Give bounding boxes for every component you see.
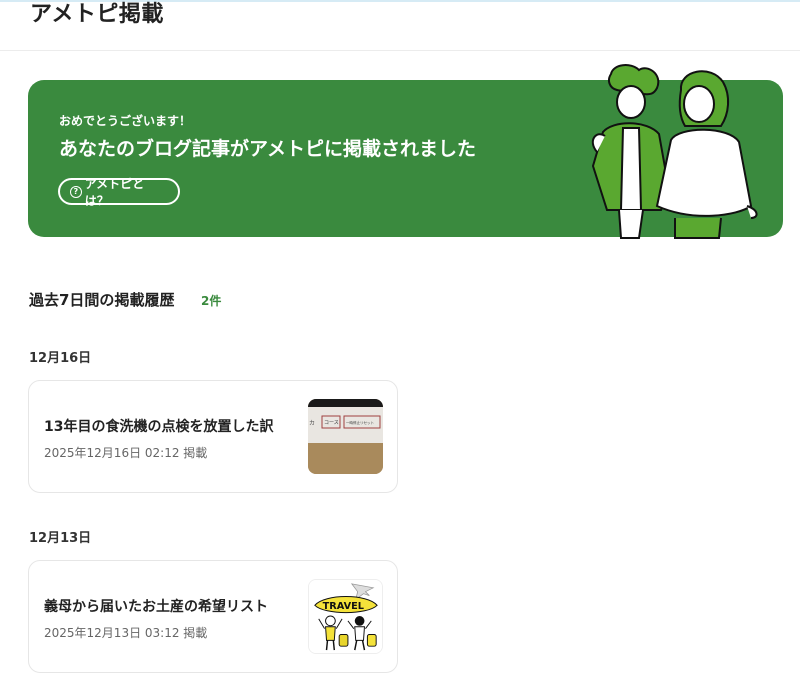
article-date: 2025年12月13日 03:12 掲載 xyxy=(44,626,208,640)
article-thumbnail[interactable]: TRAVEL xyxy=(308,579,383,654)
article-title[interactable]: 義母から届いたお土産の希望リスト xyxy=(44,596,268,616)
about-ametopi-label: アメトピとは？ xyxy=(84,176,145,208)
history-section-title: 過去7日間の掲載履歴 xyxy=(29,291,175,309)
about-ametopi-button[interactable]: ? アメトピとは？ xyxy=(58,177,180,208)
question-icon: ? xyxy=(70,185,82,198)
article-thumbnail[interactable]: カ コース 一時停止リセット xyxy=(308,399,383,474)
banner-headline: あなたのブログ記事がアメトピに掲載されました xyxy=(59,138,477,160)
banner-congrats-text: おめでとうございます！ xyxy=(59,114,192,128)
thumbnail-text: コース xyxy=(324,420,339,426)
history-count-badge: 2件 xyxy=(201,294,222,308)
date-heading: 12月16日 xyxy=(29,351,92,366)
banner-illustration xyxy=(591,64,758,239)
page-title: アメトピ掲載 xyxy=(30,2,164,27)
article-title[interactable]: 13年目の食洗機の点検を放置した訳 xyxy=(44,416,273,436)
thumbnail-text: 一時停止リセット xyxy=(346,420,374,425)
article-card[interactable]: 義母から届いたお土産の希望リスト 2025年12月13日 03:12 掲載 TR… xyxy=(28,560,398,673)
date-heading: 12月13日 xyxy=(29,531,92,546)
thumbnail-text: TRAVEL xyxy=(323,601,364,612)
article-card[interactable]: 13年目の食洗機の点検を放置した訳 2025年12月16日 02:12 掲載 カ… xyxy=(28,380,398,493)
article-date: 2025年12月16日 02:12 掲載 xyxy=(44,446,208,460)
thumbnail-text: カ xyxy=(309,420,315,427)
page-header: アメトピ掲載 xyxy=(0,2,800,51)
